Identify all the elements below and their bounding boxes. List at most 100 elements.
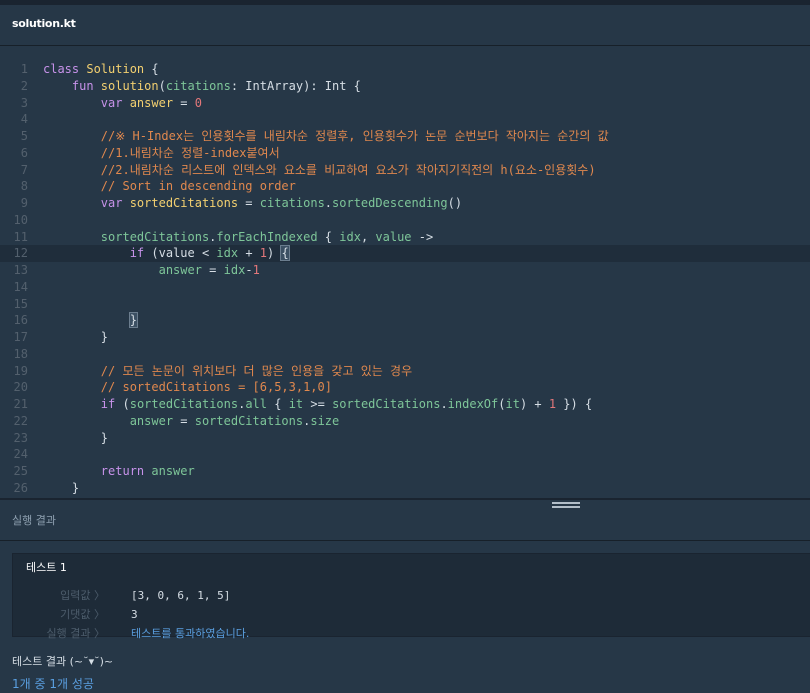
code-line[interactable]: 4 [0,111,810,128]
code-line[interactable]: 21 if (sortedCitations.all { it >= sorte… [0,396,810,413]
code-token: >= [303,397,333,411]
line-number: 15 [13,296,28,311]
code-line[interactable]: 25 return answer [0,463,810,480]
code-token: size [310,413,340,428]
code-text: sortedCitations.forEachIndexed { idx, va… [43,229,433,246]
code-token: } [43,430,109,445]
code-line[interactable]: 16 } [0,312,810,329]
code-text: // 모든 논문이 위치보다 더 많은 인용을 갖고 있는 경우 [43,363,412,380]
code-token: = [173,413,195,428]
code-token: all [245,397,268,411]
code-line[interactable]: 3 var answer = 0 [0,95,810,112]
code-line[interactable]: 9 var sortedCitations = citations.sorted… [0,195,810,212]
code-token: answer [43,263,202,277]
code-line[interactable]: 17 } [0,329,810,346]
summary-title: 테스트 결과 (~˘▾˘)~ [12,655,114,668]
code-line[interactable]: 24 [0,446,810,463]
test-case-box: 테스트 1 입력값 〉 [3, 0, 6, 1, 5] 기댓값 〉 3 실행 결… [12,553,810,640]
line-number: 19 [13,363,28,378]
code-line[interactable]: 23 } [0,430,810,447]
code-line[interactable]: 8 // Sort in descending order [0,178,810,195]
code-token: () [447,196,463,210]
code-token: -> [411,229,434,244]
code-line[interactable]: 18 [0,346,810,363]
code-token: class [43,62,87,76]
code-line[interactable]: 14 [0,279,810,296]
code-token: - [245,263,253,277]
result-row: 실행 결과 〉 테스트를 통과하였습니다. [13,625,793,643]
code-token: answer [129,95,174,110]
file-tab[interactable]: solution.kt [12,17,76,30]
code-token: } [43,330,109,344]
code-line[interactable]: 26 } [0,480,810,497]
code-token: ) [267,246,282,261]
line-number: 12 [13,246,28,261]
code-token: . [440,397,448,411]
code-token: citations [165,78,231,93]
code-line[interactable]: 13 answer = idx-1 [0,262,810,279]
code-text: } [43,329,108,346]
code-token: return [43,464,152,478]
code-token: : IntArray): Int { [230,78,361,93]
line-number: 20 [13,380,28,395]
code-token: ) + [519,397,549,411]
line-number: 22 [13,413,28,428]
code-line[interactable]: 11 sortedCitations.forEachIndexed { idx,… [0,229,810,246]
code-text: // sortedCitations = [6,5,3,1,0] [43,379,332,396]
code-token: answer [151,464,195,478]
code-token: // Sort in descending order [43,179,296,194]
code-line[interactable]: 5 //※ H-Index는 인용횟수를 내림차순 정렬후, 인용횟수가 논문 … [0,128,810,145]
line-number: 16 [13,313,28,328]
code-token: sortedCitations [194,413,304,428]
line-number: 25 [13,464,28,478]
code-line[interactable]: 10 [0,212,810,229]
code-token: forEachIndexed [216,229,318,244]
code-token: . [324,196,333,210]
code-line[interactable]: 6 //1.내림차순 정렬-index붙여서 [0,145,810,162]
code-token: + [238,246,260,261]
code-token: idx [223,263,246,277]
code-token: sortedCitations [43,229,210,244]
code-line[interactable]: 12 if (value < idx + 1) { [0,245,810,263]
line-number: 18 [13,346,28,361]
code-token: ( [122,397,130,411]
code-text: var sortedCitations = citations.sortedDe… [43,195,462,212]
line-number: 24 [13,447,28,462]
code-line[interactable]: 2 fun solution(citations: IntArray): Int… [0,78,810,95]
code-line[interactable]: 15 [0,296,810,313]
code-token: indexOf [447,397,499,411]
code-token: sortedCitations [129,196,239,210]
input-row: 입력값 〉 [3, 0, 6, 1, 5] [13,587,793,605]
line-number: 17 [13,330,28,344]
code-token: { [317,229,340,244]
code-token: //※ H-Index는 인용횟수를 내림차순 정렬후, 인용횟수가 논문 순번… [43,129,609,143]
code-token: , [360,229,376,244]
code-text: answer = idx-1 [43,262,260,279]
code-token: { [280,245,290,262]
result-panel: 테스트 1 입력값 〉 [3, 0, 6, 1, 5] 기댓값 〉 3 실행 결… [0,541,810,693]
resize-handle-icon[interactable] [552,502,580,510]
line-number: 11 [13,229,28,244]
expected-label: 기댓값 〉 [60,608,105,621]
code-text: fun solution(citations: IntArray): Int { [43,78,361,95]
code-token: sortedCitations [129,397,239,411]
code-token: if [43,397,123,411]
result-panel-header: 실행 결과 [0,500,810,541]
line-number: 8 [20,179,28,194]
code-token: Solution [86,62,145,76]
code-line[interactable]: 19 // 모든 논문이 위치보다 더 많은 인용을 갖고 있는 경우 [0,363,810,380]
test-case-title: 테스트 1 [26,561,67,574]
code-token: } [128,312,138,329]
code-editor[interactable]: 1 class Solution {2 fun solution(citation… [0,46,810,498]
code-line[interactable]: 22 answer = sortedCitations.size [0,413,810,430]
code-line[interactable]: 7 //2.내림차순 리스트에 인덱스와 요소를 비교하여 요소가 작아지기직전… [0,162,810,179]
code-line[interactable]: 1 class Solution { [0,61,810,78]
code-token: ( [158,78,166,93]
code-token: answer [43,413,174,428]
input-value: [3, 0, 6, 1, 5] [131,589,231,602]
line-number: 7 [20,162,28,177]
code-text: if (value < idx + 1) { [43,245,290,262]
code-line[interactable]: 20 // sortedCitations = [6,5,3,1,0] [0,379,810,396]
code-token: var [43,196,130,210]
